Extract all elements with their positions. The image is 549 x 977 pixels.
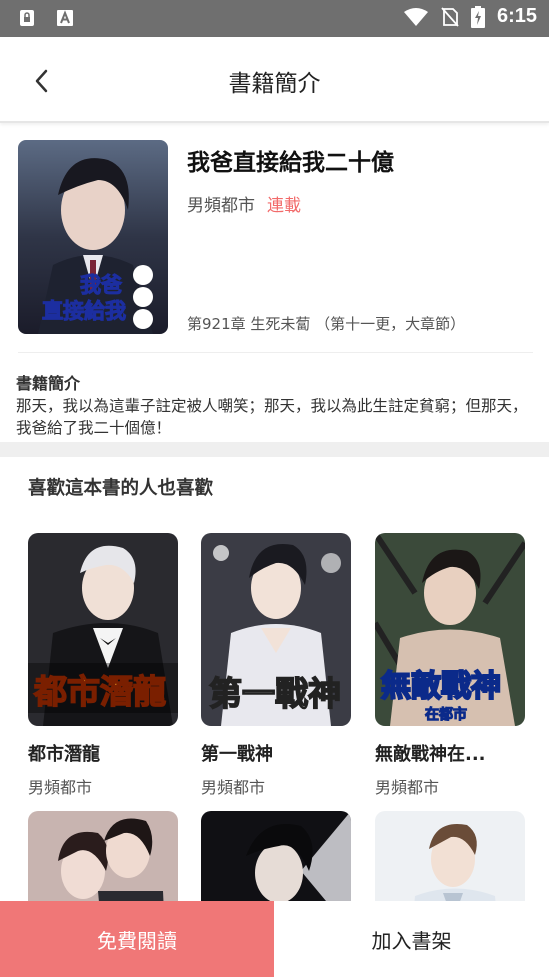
recommend-genre: 男頻都市: [201, 778, 266, 797]
recommend-name[interactable]: 第一戰神: [201, 740, 351, 766]
recommend-name[interactable]: 無敵戰神在...: [375, 740, 525, 766]
free-read-button[interactable]: 免費閱讀: [0, 901, 274, 977]
book-title: 我爸直接給我二十億: [187, 150, 394, 176]
latest-chapter[interactable]: 第921章 生死未蔔 （第十一更，大章節）: [187, 313, 465, 334]
text-app-icon: [57, 10, 73, 26]
app-header: 書籍簡介: [0, 37, 549, 123]
section-separator: [0, 442, 549, 457]
book-genre: 男頻都市: [187, 196, 255, 216]
bottom-action-bar: 免費閱讀 加入書架: [0, 901, 549, 977]
recommend-genre: 男頻都市: [28, 778, 93, 797]
intro-text: 那天，我以為這輩子註定被人嘲笑；那天，我以為此生註定貧窮；但那天，我爸給了我二十…: [16, 397, 528, 437]
cover-title: 都市潛龍: [33, 672, 166, 711]
recommend-card[interactable]: 第一戰神 第一戰神 男頻都市: [201, 533, 351, 798]
cover-title: 第一戰神: [209, 674, 341, 713]
lock-icon: [20, 10, 34, 26]
status-bar: 6:15: [0, 0, 549, 37]
cover-title-line1: 我爸: [80, 273, 122, 297]
cover-title-line2: 直接給我: [42, 299, 126, 323]
clock-time: 6:15: [496, 5, 537, 27]
recommend-cover[interactable]: 都市潛龍: [28, 533, 178, 726]
book-info-section: 我爸 直接給我 我爸直接給我二十億 男頻都市 連載 第921章 生死未蔔 （第十一…: [0, 125, 549, 355]
recommend-title: 喜歡這本書的人也喜歡: [28, 478, 214, 499]
cover-title: 無敵戰神: [381, 669, 501, 704]
divider: [18, 352, 533, 353]
wifi-icon: [403, 7, 428, 26]
intro-heading: 書籍簡介: [16, 374, 81, 393]
recommend-cover[interactable]: 第一戰神: [201, 533, 351, 726]
book-meta: 男頻都市 連載: [187, 191, 301, 216]
no-sim-icon: [441, 6, 459, 27]
cover-subtitle: 在都市: [425, 706, 467, 723]
battery-charging-icon: [470, 5, 485, 28]
book-cover: 我爸 直接給我: [18, 140, 168, 334]
recommend-card[interactable]: 都市潛龍 都市潛龍 男頻都市: [28, 533, 178, 798]
book-status-badge: 連載: [267, 196, 301, 216]
recommend-genre: 男頻都市: [375, 778, 440, 797]
recommend-card[interactable]: 無敵戰神 在都市 無敵戰神在... 男頻都市: [375, 533, 525, 798]
page-title: 書籍簡介: [228, 71, 321, 97]
add-to-shelf-button[interactable]: 加入書架: [274, 901, 549, 977]
recommend-cover[interactable]: 無敵戰神 在都市: [375, 533, 525, 726]
book-intro: 書籍簡介 那天，我以為這輩子註定被人嘲笑；那天，我以為此生註定貧窮；但那天，我爸…: [16, 370, 536, 439]
recommend-name[interactable]: 都市潛龍: [28, 740, 178, 766]
